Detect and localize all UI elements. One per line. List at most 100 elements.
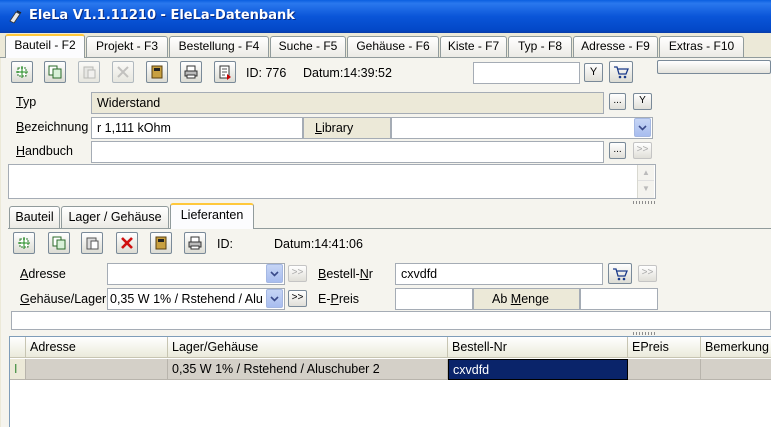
lieferanten-grid[interactable]: Adresse Lager/Gehäuse Bestell-Nr EPreis … [9,336,771,427]
adresse-dropdown[interactable] [266,264,283,283]
tab-adresse[interactable]: Adresse - F9 [573,36,658,57]
record-id: ID: 776 [246,66,287,80]
shopping-cart-icon [613,267,628,280]
lf-save-button[interactable] [150,232,172,254]
notes-scrollbar[interactable]: ▲ ▼ [637,165,654,198]
chevron-down-icon [270,270,279,277]
tab-kiste[interactable]: Kiste - F7 [440,36,507,57]
library-dropdown[interactable] [634,118,651,137]
tab-gehaeuse[interactable]: Gehäuse - F6 [347,36,439,57]
lf-delete-button[interactable] [116,232,138,254]
typ-field[interactable]: Widerstand [91,92,604,114]
record-datum: Datum:14:39:52 [303,66,392,80]
epreis-label: E-Preis [318,292,359,306]
grid-header-lager[interactable]: Lager/Gehäuse [168,337,448,358]
lieferant-notes[interactable] [11,311,771,330]
new-button[interactable] [11,61,33,83]
search-input[interactable] [473,62,580,84]
grid-indicator-header [10,337,26,358]
report-icon [219,65,231,80]
library-select[interactable] [391,117,653,139]
gehaeuse-open-button[interactable]: >> [288,290,307,307]
tab-typ[interactable]: Typ - F8 [508,36,572,57]
gehaeuse-dropdown[interactable] [266,289,283,308]
grid-cell-adresse[interactable] [26,359,168,380]
database-icon [151,65,163,79]
lf-print-button[interactable] [184,232,206,254]
bestell-open-button[interactable]: >> [638,265,657,282]
delete-button[interactable] [112,61,134,83]
copy-icon [52,236,66,250]
tab-projekt[interactable]: Projekt - F3 [86,36,168,57]
grid-header-epreis[interactable]: EPreis [628,337,701,358]
delete-icon [121,237,133,249]
grid-cell-bemerkung[interactable] [701,359,771,380]
paste-icon [83,66,96,79]
cart-button[interactable] [609,61,633,83]
subtab-bauteil[interactable]: Bauteil [9,206,60,228]
database-icon [155,236,167,250]
library-label-cell: Library [303,117,391,139]
handbuch-label: Handbuch [16,144,73,158]
scroll-down-icon[interactable]: ▼ [638,181,654,197]
bestell-field[interactable]: cxvdfd [395,263,603,285]
save-button[interactable] [146,61,168,83]
grid-header-adresse[interactable]: Adresse [26,337,168,358]
grid-row-indicator[interactable]: I [10,359,26,380]
bezeichnung-field[interactable]: r 1,111 kOhm [91,117,303,139]
abmenge-label: Ab Menge [473,288,580,310]
filter-button[interactable]: Y [584,63,603,82]
tab-suche[interactable]: Suche - F5 [270,36,346,57]
adresse-label: Adresse [20,267,66,281]
bezeichnung-label: Bezeichnung [16,120,89,134]
tab-bauteil[interactable]: Bauteil - F2 [5,34,85,58]
lf-paste-button[interactable] [81,232,103,254]
printer-icon [188,236,202,250]
subtab-lieferanten[interactable]: Lieferanten [170,203,254,229]
splitter-grip-2[interactable] [633,332,655,335]
lf-new-button[interactable] [13,232,35,254]
adresse-select[interactable] [107,263,285,285]
tab-extras[interactable]: Extras - F10 [659,36,744,57]
handbuch-open-button[interactable]: >> [633,142,652,159]
window-title: EleLa V1.1.11210 - EleLa-Datenbank [29,8,295,23]
main-tab-bar: Bauteil - F2 Projekt - F3 Bestellung - F… [0,34,771,58]
tab-bestellung[interactable]: Bestellung - F4 [169,36,269,57]
report-button[interactable] [214,61,236,83]
paste-icon [86,237,99,250]
typ-label: Typ [16,95,37,109]
handbuch-field[interactable] [91,141,604,163]
abmenge-field[interactable] [580,288,658,310]
paste-button[interactable] [78,61,100,83]
print-button[interactable] [180,61,202,83]
bauteil-notes[interactable] [8,164,656,199]
typ-dots-button[interactable]: ... [609,93,626,110]
copy-icon [48,65,62,79]
subtab-lager[interactable]: Lager / Gehäuse [61,206,169,228]
grid-cell-epreis[interactable] [628,359,701,380]
grid-header-bestell[interactable]: Bestell-Nr [448,337,628,358]
printer-icon [184,65,198,79]
epreis-field[interactable] [395,288,473,310]
chevron-down-icon [638,124,647,131]
adresse-open-button[interactable]: >> [288,265,307,282]
lf-record-datum: Datum:14:41:06 [274,237,363,251]
copy-button[interactable] [44,61,66,83]
scroll-up-icon[interactable]: ▲ [638,165,654,181]
grid-cell-bestell[interactable]: cxvdfd [448,359,628,380]
subtab-border [8,228,771,229]
typ-filter-button[interactable]: Y [633,93,652,110]
grid-cell-lager[interactable]: 0,35 W 1% / Rstehend / Aluschuber 2 [168,359,448,380]
lf-copy-button[interactable] [48,232,70,254]
gehaeuse-label: Gehäuse/Lager [20,292,107,306]
bestell-label: Bestell-Nr [318,267,373,281]
gehaeuse-select[interactable]: 0,35 W 1% / Rstehend / Alu [107,288,285,310]
handbuch-dots-button[interactable]: ... [609,142,626,159]
splitter-grip[interactable] [633,201,655,204]
lf-record-id: ID: [217,237,233,251]
right-panel-button[interactable] [657,60,771,74]
bestell-cart-button[interactable] [608,263,632,284]
new-icon [18,237,30,249]
grid-header-bemerkung[interactable]: Bemerkung [701,337,771,358]
title-bar[interactable]: EleLa V1.1.11210 - EleLa-Datenbank [0,0,771,33]
